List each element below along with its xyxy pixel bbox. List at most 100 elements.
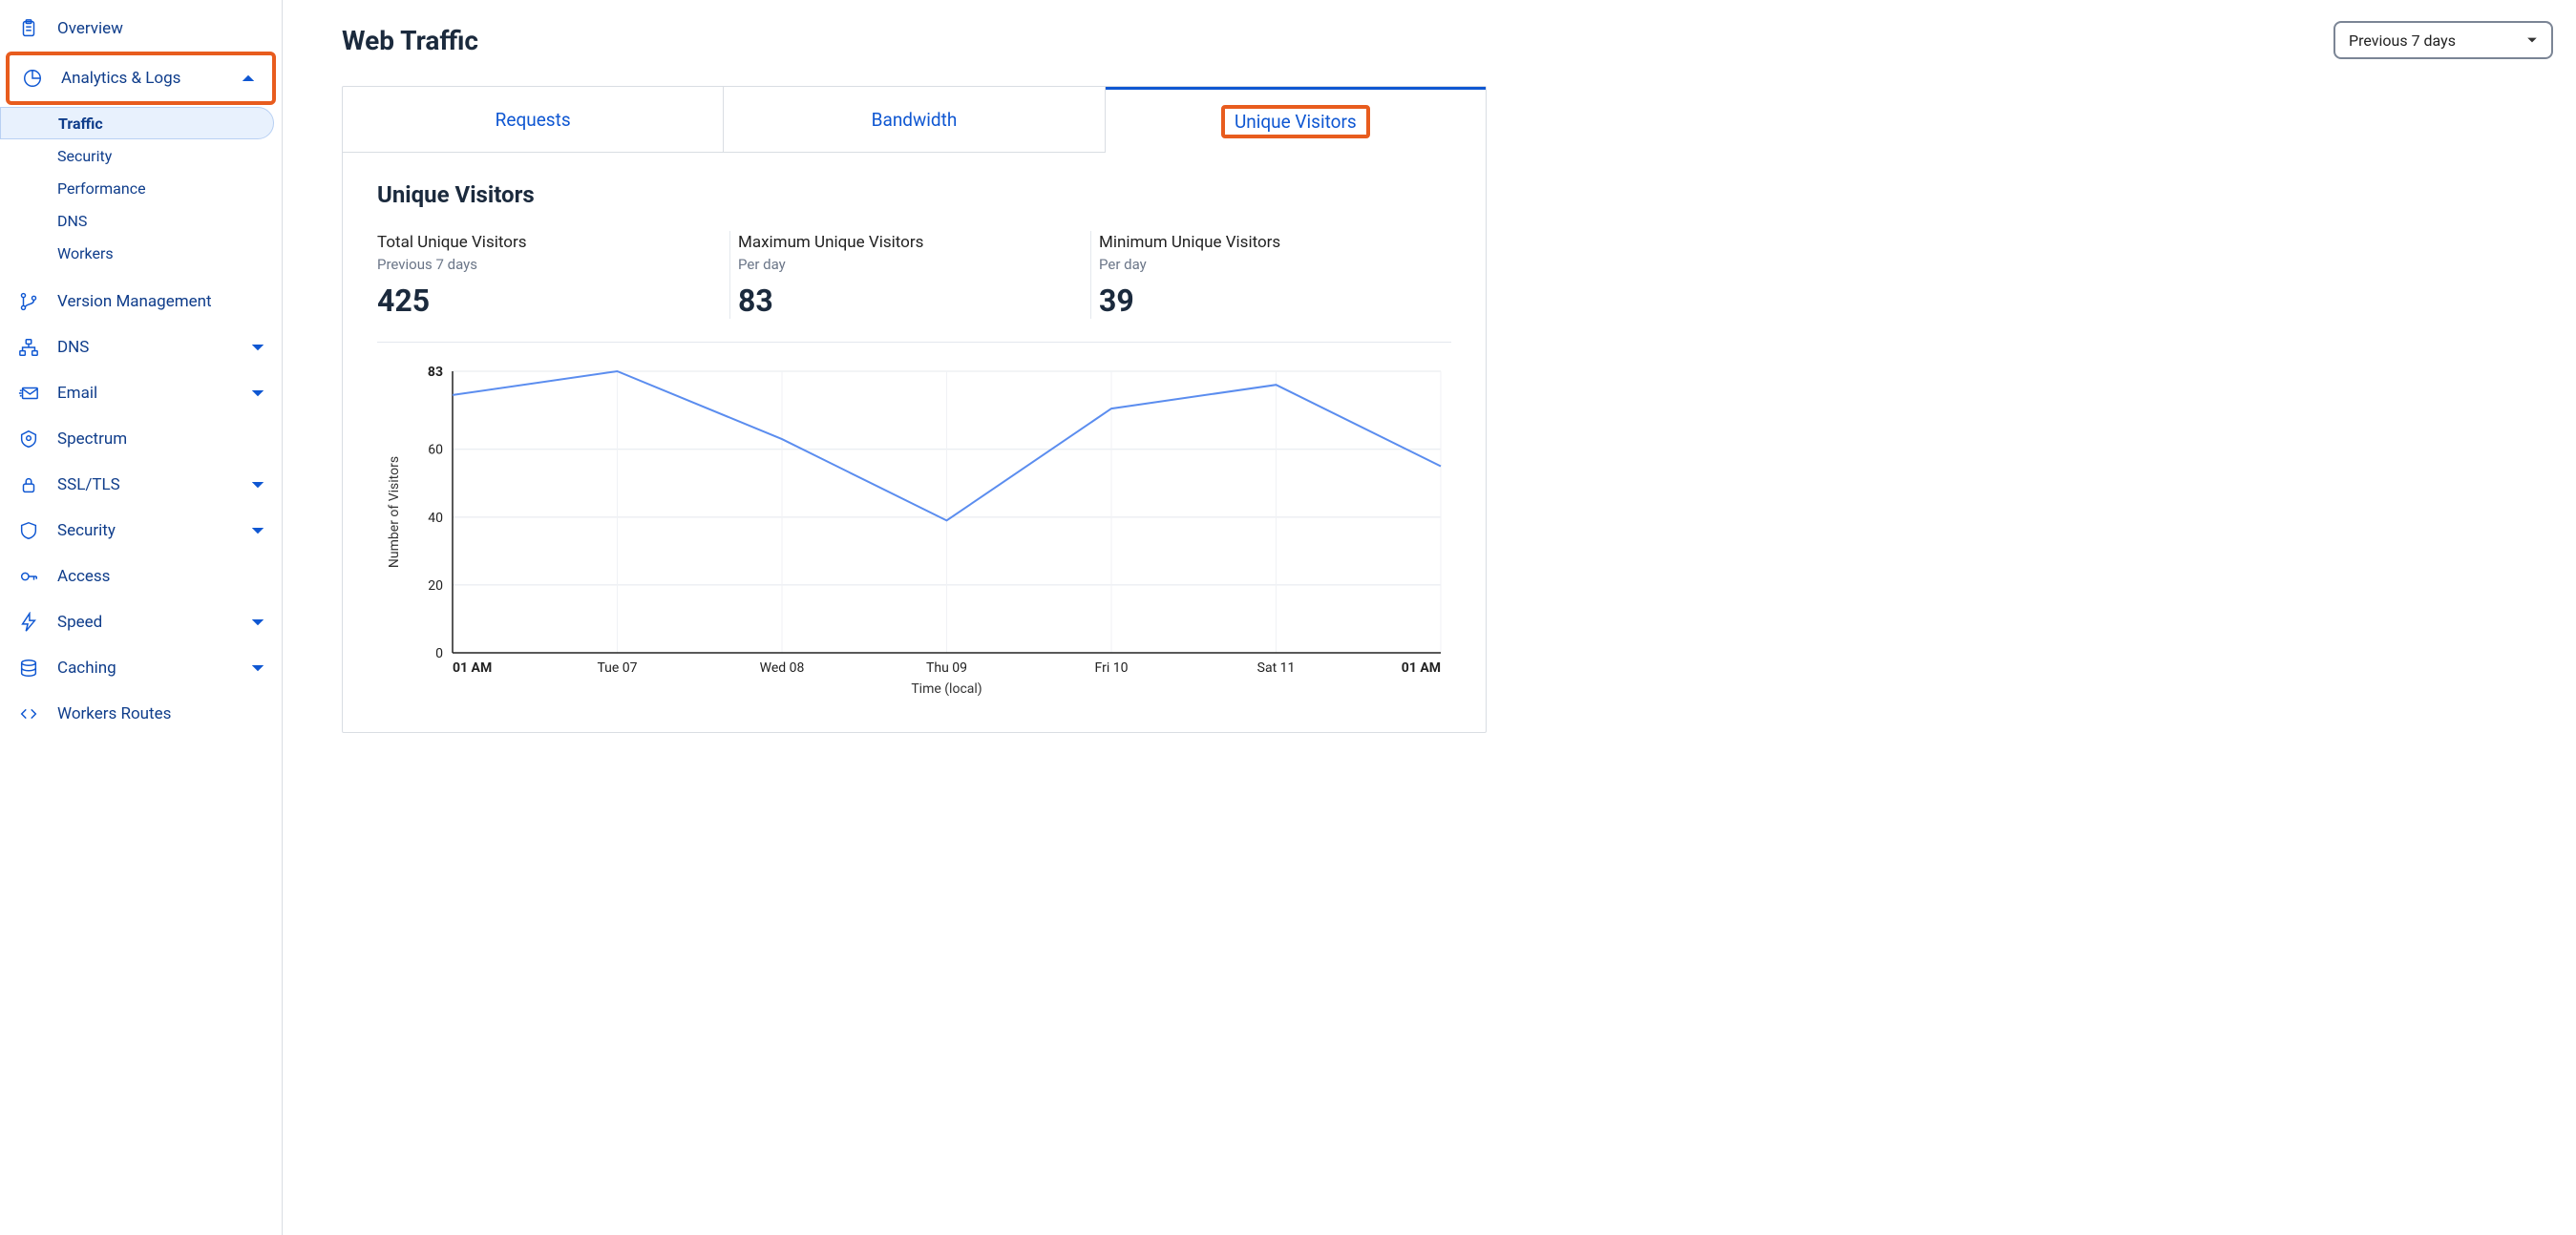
chevron-down-icon	[251, 387, 264, 400]
sidebar-item-dns[interactable]: DNS	[0, 324, 282, 370]
clipboard-icon	[17, 17, 40, 40]
stat-value: 425	[377, 283, 729, 319]
sidebar-item-speed[interactable]: Speed	[0, 599, 282, 645]
sidebar-label: Spectrum	[57, 429, 264, 449]
tab-bandwidth[interactable]: Bandwidth	[724, 87, 1105, 153]
code-icon	[17, 702, 40, 725]
highlight-analytics: Analytics & Logs	[6, 52, 276, 105]
chevron-down-icon	[251, 478, 264, 492]
sidebar-label: Caching	[57, 659, 251, 678]
chevron-down-icon	[251, 341, 264, 354]
svg-text:Wed 08: Wed 08	[760, 660, 805, 676]
panel-title: Unique Visitors	[377, 181, 1451, 208]
sidebar-sub-traffic[interactable]: Traffic	[0, 107, 274, 139]
svg-text:83: 83	[428, 365, 443, 380]
svg-text:60: 60	[428, 443, 443, 458]
sidebar-item-version-management[interactable]: Version Management	[0, 279, 282, 324]
sidebar-label: SSL/TLS	[57, 475, 251, 494]
sidebar-item-caching[interactable]: Caching	[0, 645, 282, 691]
sidebar-label: Analytics & Logs	[61, 69, 242, 88]
sidebar-label: Overview	[57, 19, 264, 38]
svg-text:0: 0	[435, 646, 443, 661]
chevron-down-icon	[251, 616, 264, 629]
sidebar-sub-workers[interactable]: Workers	[0, 237, 282, 269]
stat-sublabel: Per day	[738, 256, 1090, 273]
email-icon	[17, 382, 40, 405]
stat-sublabel: Per day	[1099, 256, 1451, 273]
sidebar-label: DNS	[57, 338, 251, 357]
stat-value: 39	[1099, 283, 1451, 319]
svg-text:Number of Visitors: Number of Visitors	[387, 456, 402, 568]
chevron-down-icon	[251, 524, 264, 537]
sidebar-item-overview[interactable]: Overview	[0, 6, 282, 52]
stat-min: Minimum Unique Visitors Per day 39	[1091, 231, 1451, 319]
sidebar-sub-label: Security	[57, 147, 112, 165]
tab-unique-visitors[interactable]: Unique Visitors	[1106, 87, 1486, 153]
sitemap-icon	[17, 336, 40, 359]
stats-row: Total Unique Visitors Previous 7 days 42…	[377, 231, 1451, 343]
sidebar-label: Access	[57, 567, 264, 586]
time-range-value: Previous 7 days	[2349, 31, 2456, 50]
chevron-down-icon	[2526, 34, 2538, 46]
tabs: Requests Bandwidth Unique Visitors	[343, 87, 1486, 153]
svg-text:Sat 11: Sat 11	[1257, 660, 1296, 676]
tab-label: Unique Visitors	[1221, 105, 1370, 138]
sidebar-item-access[interactable]: Access	[0, 554, 282, 599]
time-range-select[interactable]: Previous 7 days	[2333, 21, 2553, 59]
sidebar-label: Security	[57, 521, 251, 540]
tab-label: Bandwidth	[872, 109, 958, 131]
sidebar-sub-label: Performance	[57, 179, 146, 198]
sidebar-item-ssl-tls[interactable]: SSL/TLS	[0, 462, 282, 508]
sidebar-item-security[interactable]: Security	[0, 508, 282, 554]
spectrum-icon	[17, 428, 40, 450]
sidebar-label: Speed	[57, 613, 251, 632]
sidebar-sub-security[interactable]: Security	[0, 139, 282, 172]
shield-icon	[17, 519, 40, 542]
stat-max: Maximum Unique Visitors Per day 83	[730, 231, 1091, 319]
svg-text:Tue 07: Tue 07	[597, 660, 637, 676]
svg-text:Time (local): Time (local)	[911, 681, 982, 697]
line-chart-svg: 0 20 40 60 83 01 AM Tue 07 Wed 08 Thu 09 Fri 10 Sa…	[381, 362, 1450, 705]
lightning-icon	[17, 611, 40, 634]
stat-sublabel: Previous 7 days	[377, 256, 729, 273]
sidebar: Overview Analytics & Logs Traffic Securi…	[0, 0, 283, 1235]
access-icon	[17, 565, 40, 588]
svg-text:20: 20	[428, 578, 443, 594]
sidebar-sub-label: DNS	[57, 212, 87, 230]
stat-value: 83	[738, 283, 1090, 319]
main-content: Web Traffic Previous 7 days Requests Ban…	[283, 0, 2576, 1235]
chevron-up-icon	[242, 72, 255, 85]
sidebar-label: Workers Routes	[57, 704, 264, 723]
lock-icon	[17, 473, 40, 496]
chevron-down-icon	[251, 661, 264, 675]
page-title: Web Traffic	[342, 25, 478, 56]
chart: 0 20 40 60 83 01 AM Tue 07 Wed 08 Thu 09 Fri 10 Sa…	[377, 352, 1451, 705]
tab-label: Requests	[496, 109, 571, 131]
database-icon	[17, 657, 40, 680]
analytics-card: Requests Bandwidth Unique Visitors Uniqu…	[342, 86, 1487, 733]
sidebar-sub-label: Traffic	[58, 115, 103, 133]
sidebar-sub-label: Workers	[57, 244, 114, 262]
stat-label: Maximum Unique Visitors	[738, 233, 1090, 252]
svg-text:40: 40	[428, 511, 443, 526]
svg-text:Fri 10: Fri 10	[1095, 660, 1129, 676]
tab-requests[interactable]: Requests	[343, 87, 724, 153]
stat-total: Total Unique Visitors Previous 7 days 42…	[377, 231, 730, 319]
sidebar-sub-dns[interactable]: DNS	[0, 204, 282, 237]
header-row: Web Traffic Previous 7 days	[342, 21, 2576, 59]
git-branch-icon	[17, 290, 40, 313]
pie-chart-icon	[21, 67, 44, 90]
panel: Unique Visitors Total Unique Visitors Pr…	[343, 153, 1486, 732]
stat-label: Minimum Unique Visitors	[1099, 233, 1451, 252]
sidebar-item-workers-routes[interactable]: Workers Routes	[0, 691, 282, 737]
sidebar-item-spectrum[interactable]: Spectrum	[0, 416, 282, 462]
sidebar-label: Email	[57, 384, 251, 403]
svg-text:Thu 09: Thu 09	[926, 660, 967, 676]
sidebar-item-analytics-logs[interactable]: Analytics & Logs	[10, 55, 272, 101]
sidebar-label: Version Management	[57, 292, 264, 311]
sidebar-item-email[interactable]: Email	[0, 370, 282, 416]
svg-text:01 AM: 01 AM	[453, 660, 492, 676]
stat-label: Total Unique Visitors	[377, 233, 729, 252]
svg-text:01 AM: 01 AM	[1402, 660, 1441, 676]
sidebar-sub-performance[interactable]: Performance	[0, 172, 282, 204]
